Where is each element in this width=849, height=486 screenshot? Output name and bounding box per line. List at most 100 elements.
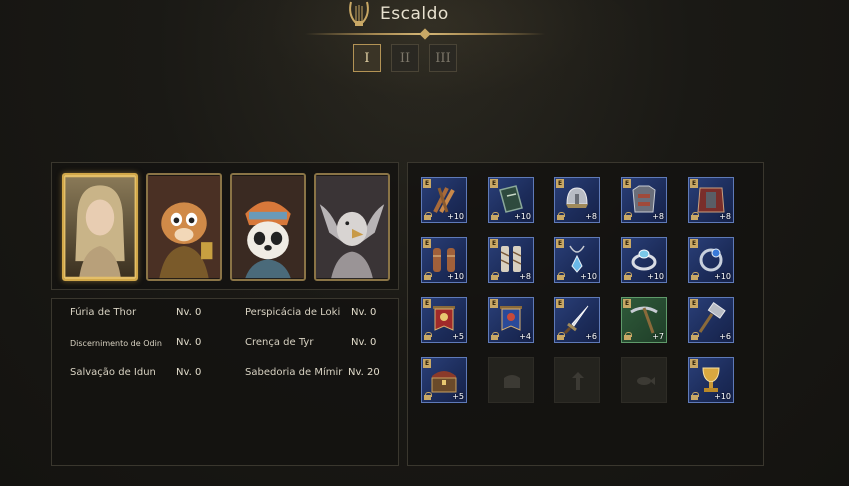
tab-tier-1[interactable]: I (353, 44, 381, 72)
page-title: Escaldo (380, 4, 449, 24)
stat-name-loki: Perspicácia de Loki (245, 307, 341, 318)
equipment-tier-badge: E (490, 239, 498, 248)
lock-icon (557, 272, 565, 280)
enhance-level: +10 (714, 272, 731, 281)
equipment-tier-badge: E (690, 359, 698, 368)
equipment-tier-badge: E (490, 179, 498, 188)
equipment-tier-badge: E (623, 179, 631, 188)
equipment-slot-pickaxe[interactable]: E +7 (621, 297, 667, 343)
equipment-slot-dagger[interactable]: E +6 (554, 297, 600, 343)
equipment-tier-badge: E (623, 239, 631, 248)
enhance-level: +8 (585, 212, 597, 221)
tab-tier-3[interactable]: III (429, 44, 457, 72)
enhance-level: +7 (652, 332, 664, 341)
goblet-icon (702, 367, 720, 392)
cloak-armor-icon (697, 187, 725, 213)
lock-icon (691, 272, 699, 280)
heroes-panel: Fúria de Thor Nv. 0 Perspicácia de Loki … (51, 162, 399, 466)
enhance-level: +10 (580, 272, 597, 281)
lock-icon (491, 272, 499, 280)
chest-armor-icon (632, 185, 656, 213)
empty-slot-totem-icon (572, 372, 584, 390)
equipment-tier-badge: E (423, 179, 431, 188)
enhance-level: +10 (714, 392, 731, 401)
enhance-level: +6 (585, 332, 597, 341)
equipment-slot-shield[interactable]: E +10 (488, 177, 534, 223)
hero-card-blonde-woman[interactable] (62, 173, 138, 281)
equipment-tier-badge: E (423, 299, 431, 308)
equipment-tier-badge: E (490, 299, 498, 308)
equipment-slot-ring-blue[interactable]: E +10 (688, 237, 734, 283)
equipment-slot-empty-chest[interactable] (488, 357, 534, 403)
stat-level-mimir: Nv. 20 (348, 367, 380, 378)
equipment-tier-badge: E (690, 179, 698, 188)
stat-name-odin: Discernimento de Odin (70, 339, 162, 348)
equipment-tier-badge: E (623, 299, 631, 308)
equipment-slot-pendant[interactable]: E +10 (554, 237, 600, 283)
ring-icon (631, 249, 657, 271)
stat-level-idun: Nv. 0 (176, 367, 202, 378)
equipment-slot-treasure-chest[interactable]: E +5 (421, 357, 467, 403)
stat-name-tyr: Crença de Tyr (245, 337, 314, 348)
equipment-slot-weapon-bundle[interactable]: E +10 (421, 177, 467, 223)
enhance-level: +4 (519, 332, 531, 341)
equipment-slot-helmet[interactable]: E +8 (554, 177, 600, 223)
lock-icon (424, 332, 432, 340)
squirrel-portrait-icon (148, 175, 220, 279)
equipment-slot-leg-wraps[interactable]: E +8 (488, 237, 534, 283)
enhance-level: +6 (719, 332, 731, 341)
equipment-slot-empty-totem[interactable] (554, 357, 600, 403)
ring-blue-icon (699, 248, 723, 272)
lock-icon (557, 332, 565, 340)
hammer-icon (698, 302, 726, 333)
blue-banner-icon (500, 306, 522, 331)
lock-icon (491, 332, 499, 340)
hero-card-panda[interactable] (230, 173, 306, 281)
stat-level-thor: Nv. 0 (176, 307, 202, 318)
equipment-slot-goblet[interactable]: E +10 (688, 357, 734, 403)
equipment-slot-red-banner[interactable]: E +5 (421, 297, 467, 343)
equipment-tier-badge: E (423, 239, 431, 248)
lock-icon (491, 212, 499, 220)
stat-name-thor: Fúria de Thor (70, 307, 137, 318)
stat-level-odin: Nv. 0 (176, 337, 202, 348)
enhance-level: +10 (647, 272, 664, 281)
lock-icon (424, 392, 432, 400)
dagger-icon (563, 305, 589, 335)
leg-wraps-icon (500, 246, 522, 272)
equipment-tier-badge: E (556, 299, 564, 308)
enhance-level: +8 (719, 212, 731, 221)
equipment-slot-empty-fish[interactable] (621, 357, 667, 403)
tab-tier-2[interactable]: II (391, 44, 419, 72)
enhance-level: +10 (514, 212, 531, 221)
equipment-slot-bracers[interactable]: E +10 (421, 237, 467, 283)
equipment-slot-cloak-armor[interactable]: E +8 (688, 177, 734, 223)
enhance-level: +5 (452, 332, 464, 341)
enhance-level: +5 (452, 392, 464, 401)
helmet-icon (566, 187, 588, 208)
enhance-level: +10 (447, 272, 464, 281)
red-banner-icon (433, 306, 455, 331)
lyre-icon (349, 1, 369, 26)
lock-icon (691, 212, 699, 220)
tier-tabs: I II III (353, 44, 457, 72)
shield-icon (499, 185, 523, 213)
enhance-level: +8 (652, 212, 664, 221)
equipment-tier-badge: E (556, 239, 564, 248)
stat-name-mimir: Sabedoria de Mímir (245, 367, 343, 378)
enhance-level: +10 (447, 212, 464, 221)
enhance-level: +8 (519, 272, 531, 281)
equipment-slot-hammer[interactable]: E +6 (688, 297, 734, 343)
hero-card-squirrel[interactable] (146, 173, 222, 281)
hero-card-griffin[interactable] (314, 173, 390, 281)
equipment-tier-badge: E (423, 359, 431, 368)
equipment-tier-badge: E (556, 179, 564, 188)
equipment-slot-chest-armor[interactable]: E +8 (621, 177, 667, 223)
lock-icon (424, 212, 432, 220)
equipment-slot-blue-banner[interactable]: E +4 (488, 297, 534, 343)
equipment-slot-ring[interactable]: E +10 (621, 237, 667, 283)
pendant-icon (569, 245, 585, 273)
stat-level-loki: Nv. 0 (351, 307, 377, 318)
lock-icon (691, 332, 699, 340)
lock-icon (557, 212, 565, 220)
